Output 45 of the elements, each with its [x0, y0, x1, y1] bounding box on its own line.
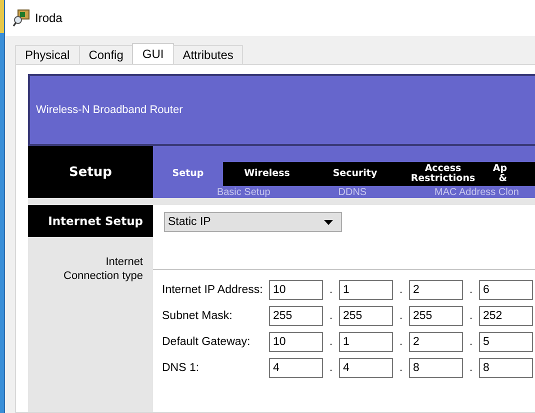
- octet-field[interactable]: 10: [269, 332, 323, 352]
- octet-field[interactable]: 8: [409, 358, 463, 378]
- octet-field[interactable]: 255: [339, 306, 393, 326]
- field-label: Subnet Mask:: [162, 310, 234, 322]
- octet-field[interactable]: 2: [409, 280, 463, 300]
- nav-tab[interactable]: Setup: [153, 162, 223, 186]
- field-label: DNS 1:: [162, 362, 200, 374]
- dot-separator: .: [328, 336, 334, 348]
- octet-field[interactable]: 252: [479, 306, 533, 326]
- dot-separator: .: [328, 284, 334, 296]
- octet-field[interactable]: 4: [269, 358, 323, 378]
- field-label: Internet IP Address:: [162, 284, 264, 296]
- octet-field[interactable]: 2: [409, 332, 463, 352]
- section-title: Setup: [68, 164, 113, 182]
- dot-separator: .: [398, 310, 404, 322]
- octet-field[interactable]: 1: [339, 280, 393, 300]
- banner-title: Wireless-N Broadband Router: [36, 104, 183, 116]
- octet-field[interactable]: 1: [339, 332, 393, 352]
- dot-separator: .: [398, 336, 404, 348]
- octet-field[interactable]: 255: [269, 306, 323, 326]
- octet-field[interactable]: 10: [269, 280, 323, 300]
- dot-separator: .: [398, 284, 404, 296]
- dot-separator: .: [328, 362, 334, 374]
- dot-separator: .: [468, 284, 474, 296]
- connection-type-dropdown[interactable]: Static IP: [164, 212, 342, 232]
- window-title: Iroda: [35, 11, 62, 25]
- octet-field[interactable]: 8: [479, 358, 533, 378]
- octet-field[interactable]: 255: [409, 306, 463, 326]
- octet-field[interactable]: 5: [479, 332, 533, 352]
- dot-separator: .: [398, 362, 404, 374]
- tab[interactable]: Physical: [15, 45, 80, 64]
- connection-type-label: Internet Connection type: [62, 255, 144, 283]
- dot-separator: .: [468, 336, 474, 348]
- field-label: Default Gateway:: [162, 336, 252, 348]
- tab[interactable]: Attributes: [172, 45, 244, 64]
- dot-separator: .: [468, 362, 474, 374]
- dot-separator: .: [468, 310, 474, 322]
- dropdown-caret-icon: [324, 220, 333, 224]
- tab[interactable]: Config: [78, 45, 134, 64]
- octet-field[interactable]: 4: [339, 358, 393, 378]
- octet-field[interactable]: 6: [479, 280, 533, 300]
- sidebar-heading: Internet Setup: [28, 205, 153, 237]
- dot-separator: .: [328, 310, 334, 322]
- router-icon: [13, 9, 31, 27]
- tab[interactable]: GUI: [132, 43, 174, 64]
